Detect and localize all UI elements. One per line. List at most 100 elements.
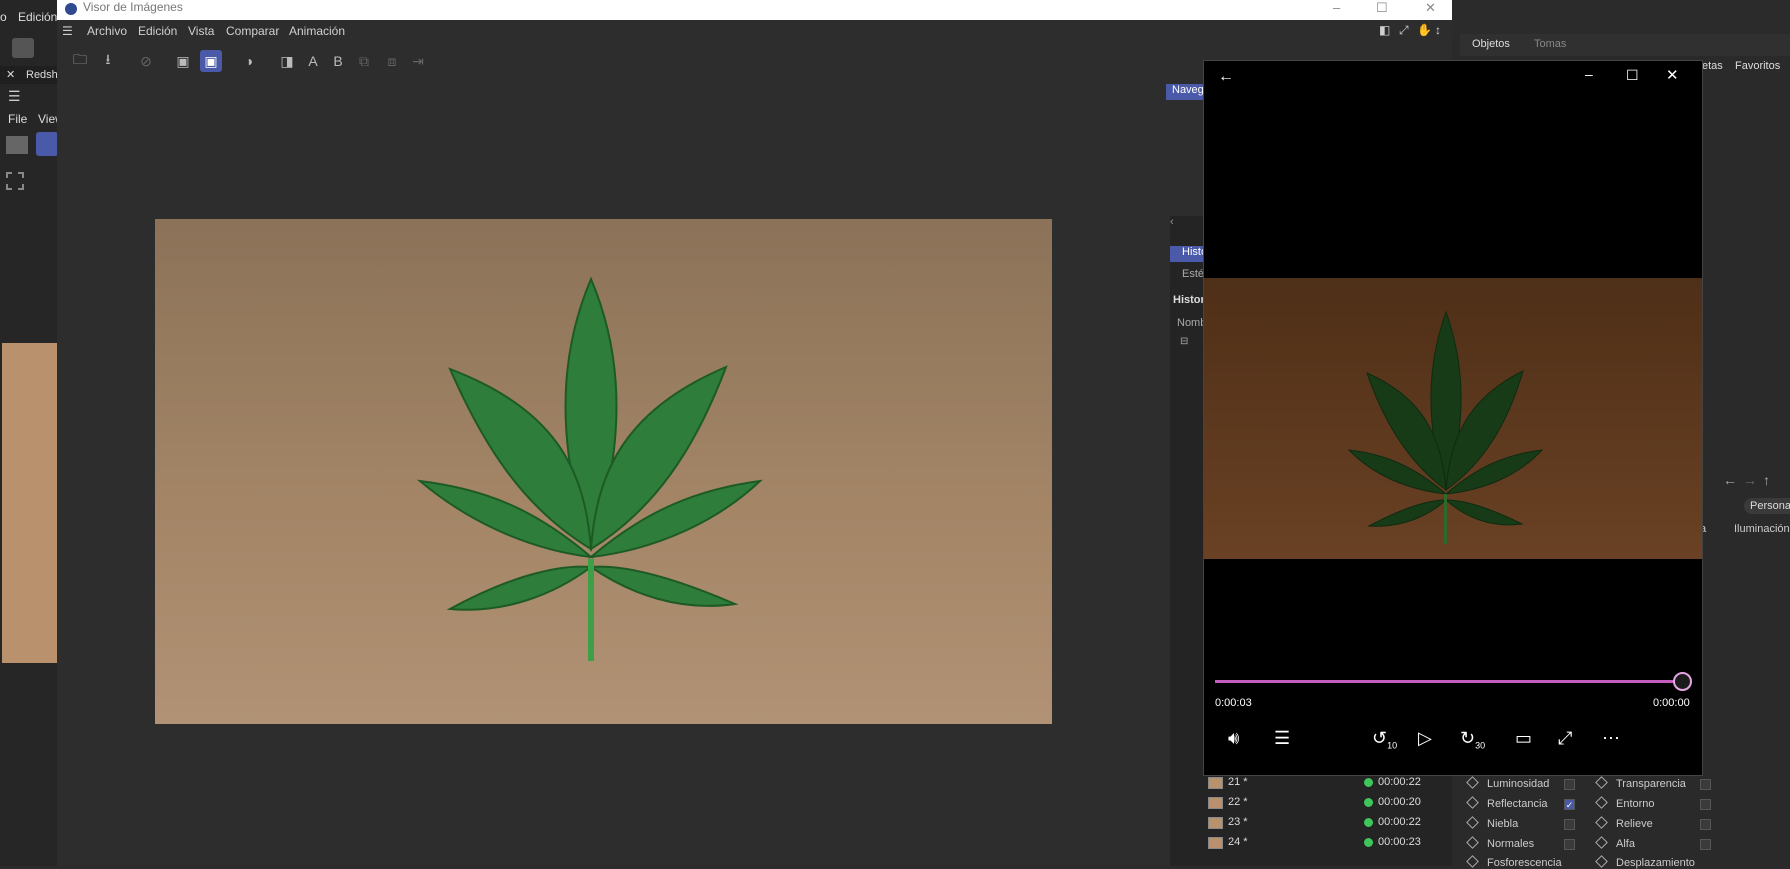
tab-etiquetas[interactable]: etas [1702,60,1723,72]
bg-region-icon[interactable] [6,172,24,190]
panel-back-icon[interactable]: ‹ [1170,216,1174,228]
bg-render-icon[interactable] [36,132,58,156]
bg-menu-file[interactable]: File [8,112,27,126]
stop-icon[interactable]: ⊘ [135,50,157,72]
swap-icon[interactable]: ⧉ [353,50,375,72]
back-arrow-icon[interactable]: ← [1218,69,1234,85]
move-icon[interactable]: ↕ [1435,23,1441,37]
history-thumb [1208,797,1223,809]
channel-desplazamiento[interactable]: Desplazamiento [1595,855,1695,869]
tab-iluminacion[interactable]: Iluminación [1734,523,1790,535]
fullscreen-icon[interactable]: ⤢ [1558,729,1572,747]
minimize-icon[interactable]: – [1333,0,1340,15]
channel-alfa[interactable]: Alfa [1595,836,1635,850]
checkbox-entorno[interactable] [1700,799,1711,810]
bg-render-preview [2,343,57,663]
more-options-icon[interactable]: ⋯ [1602,729,1620,747]
bg-tab-redshift[interactable]: Redshi [26,69,60,81]
overlay-icon[interactable]: ⧈ [381,50,403,72]
channel-normales[interactable]: Normales [1466,836,1534,850]
checkbox-transparencia[interactable] [1700,779,1711,790]
history-thumb [1208,837,1223,849]
hamburger-icon[interactable]: ☰ [62,24,73,38]
history-row[interactable]: 23 * 00:00:22 [1208,814,1422,832]
objects-tabs: Objetos Tomas [1460,34,1790,56]
subtitles-icon[interactable]: ☰ [1274,729,1290,747]
tab-estereo[interactable]: Esté [1182,268,1204,280]
tab-favoritos[interactable]: Favoritos [1735,60,1780,72]
render-image [155,219,1052,724]
nav-back-icon[interactable]: ← [1723,472,1737,488]
chip-icon[interactable]: ▣ [172,50,194,72]
checkbox-alfa[interactable] [1700,839,1711,850]
media-player-window: ← – ☐ ✕ 0:00:03 0:00:00 🔊︎ ☰ ↺10 ▷ ↻30 ▭… [1203,60,1703,776]
play-icon[interactable]: ▷ [1418,729,1432,747]
contrast-icon[interactable]: ◑ [238,50,260,72]
remaining-time: 0:00:00 [1653,697,1690,709]
rewind-icon[interactable]: ↺10 [1372,729,1397,751]
seek-bar[interactable] [1215,680,1683,683]
channel-fosforescencia[interactable]: Fosforescencia [1466,855,1562,869]
tab-tomas[interactable]: Tomas [1534,38,1566,50]
player-close-icon[interactable]: ✕ [1666,68,1679,83]
channel-relieve[interactable]: Relieve [1595,816,1653,830]
channel-reflectancia[interactable]: Reflectancia [1466,796,1548,810]
channel-entorno[interactable]: Entorno [1595,796,1655,810]
history-num: 21 * [1228,776,1248,788]
channel-transparencia[interactable]: Transparencia [1595,776,1686,790]
diamond-icon [1466,776,1479,789]
checkbox-luminosidad[interactable] [1564,779,1575,790]
nav-up-icon[interactable]: ↑ [1763,472,1770,488]
checkbox-reflectancia[interactable]: ✓ [1564,799,1575,810]
seek-thumb[interactable] [1673,672,1692,691]
history-row[interactable]: 24 * 00:00:23 [1208,834,1422,852]
tree-collapse-icon[interactable]: ⊟ [1180,336,1188,347]
chip-active-icon[interactable]: ▣ [200,50,222,72]
bg-clapper-icon[interactable] [6,136,28,154]
menu-edicion[interactable]: Edición [138,24,177,38]
menu-comparar[interactable]: Comparar [226,24,279,38]
nav-forward-icon[interactable]: → [1743,472,1757,488]
leaf-render [416,276,763,661]
compare-icon[interactable]: ◨ [276,50,298,72]
menu-animacion[interactable]: Animación [289,24,345,38]
vleaf-left-low [1367,499,1448,527]
player-minimize-icon[interactable]: – [1585,67,1593,81]
status-dot-icon [1364,838,1373,847]
history-thumb [1208,777,1223,789]
slot-b-button[interactable]: B [327,50,349,72]
tab-navegador[interactable]: Naveg [1166,84,1206,100]
checkbox-normales[interactable] [1564,839,1575,850]
volume-icon[interactable]: 🔊︎ [1228,729,1239,747]
close-icon[interactable]: ✕ [1425,0,1436,16]
history-row[interactable]: 21 * 00:00:22 [1208,774,1422,792]
miniplayer-icon[interactable]: ▭ [1515,729,1532,747]
layout-icon[interactable]: ◧ [1379,23,1390,37]
forward-icon[interactable]: ↻30 [1460,729,1485,751]
maximize-icon[interactable]: ☐ [1376,0,1388,16]
bg-tab-close-icon[interactable]: ✕ [6,68,15,81]
player-maximize-icon[interactable]: ☐ [1626,68,1639,82]
checkbox-relieve[interactable] [1700,819,1711,830]
bg-archive-icon[interactable] [12,38,34,58]
open-folder-icon[interactable]: 🗀 [69,50,91,72]
slot-a-button[interactable]: A [302,50,324,72]
save-icon[interactable]: ⭳ [97,50,119,72]
export-icon[interactable]: ⇥ [407,50,429,72]
channel-luminosidad[interactable]: Luminosidad [1466,776,1549,790]
bg-menu-edit[interactable]: Edición [18,10,57,24]
tab-objetos[interactable]: Objetos [1472,38,1510,50]
history-num: 23 * [1228,816,1248,828]
hand-icon[interactable]: ✋ [1417,23,1432,37]
history-time: 00:00:20 [1378,796,1421,808]
checkbox-niebla[interactable] [1564,819,1575,830]
history-row[interactable]: 22 * 00:00:20 [1208,794,1422,812]
menu-archivo[interactable]: Archivo [87,24,127,38]
persona-button[interactable]: Persona [1744,498,1790,514]
bg-hamburger-icon[interactable]: ☰ [8,88,21,105]
expand-icon[interactable]: ⤢ [1399,23,1409,38]
menu-vista[interactable]: Vista [188,24,214,38]
video-frame[interactable] [1204,278,1702,559]
channel-niebla[interactable]: Niebla [1466,816,1518,830]
bg-menu-left[interactable]: o [0,10,7,24]
